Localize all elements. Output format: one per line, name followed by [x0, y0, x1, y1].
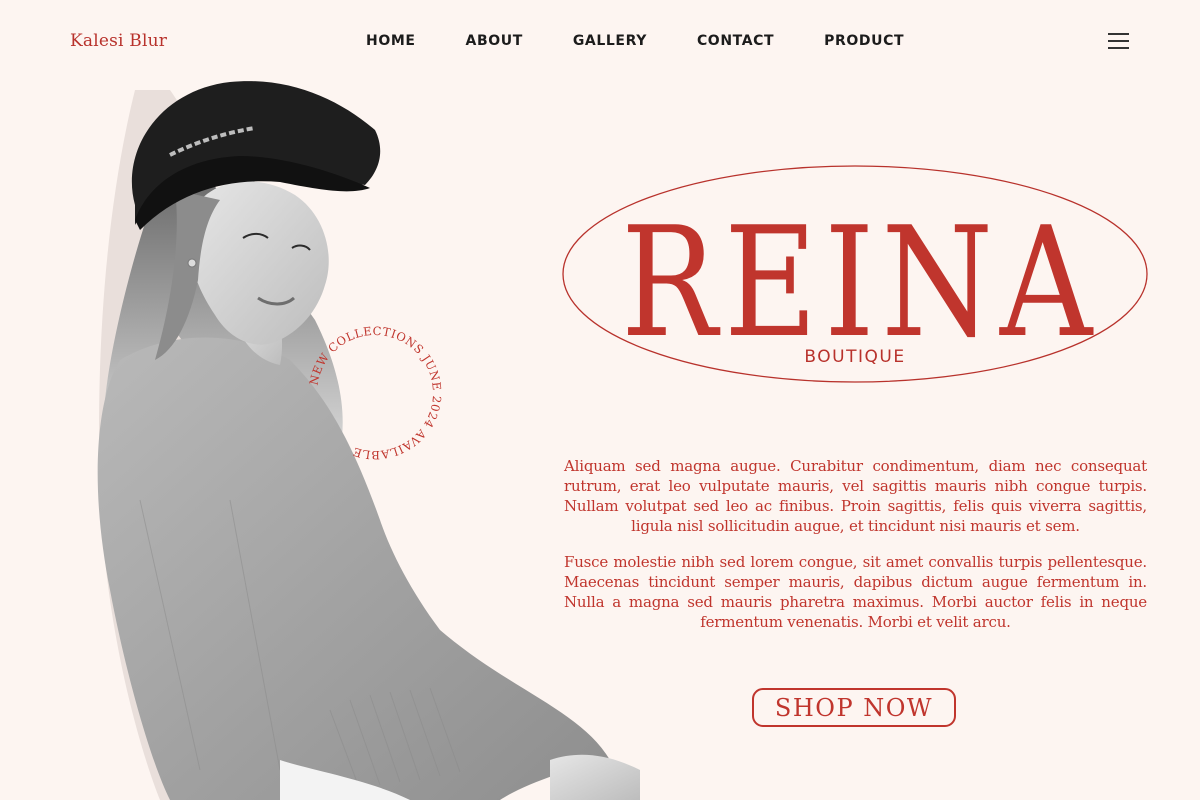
description-paragraph-2: Fusce molestie nibh sed lorem congue, si… — [564, 553, 1147, 631]
nav-contact[interactable]: CONTACT — [697, 33, 774, 49]
nav-about[interactable]: ABOUT — [466, 33, 523, 49]
nav-gallery[interactable]: GALLERY — [573, 33, 647, 49]
landing-page: Kalesi Blur HOME ABOUT GALLERY CONTACT P… — [0, 0, 1200, 800]
hamburger-menu-icon[interactable] — [1108, 33, 1129, 49]
nav-home[interactable]: HOME — [366, 33, 416, 49]
shop-now-button[interactable]: SHOP NOW — [752, 688, 956, 727]
svg-text:NEW COLLECTIONS JUNE 2024 AVAI: NEW COLLECTIONS JUNE 2024 AVAILABLE — [306, 324, 444, 462]
circle-badge-text: NEW COLLECTIONS JUNE 2024 AVAILABLE — [306, 324, 443, 462]
description-paragraph-1: Aliquam sed magna augue. Curabitur condi… — [564, 457, 1147, 535]
main-nav: HOME ABOUT GALLERY CONTACT PRODUCT — [366, 33, 954, 49]
logo-subtitle: BOUTIQUE — [804, 347, 906, 367]
collection-circle-badge: NEW COLLECTIONS JUNE 2024 AVAILABLE — [306, 324, 444, 462]
brand-logo[interactable]: Kalesi Blur — [70, 31, 167, 51]
logo-title: REINA — [621, 194, 1099, 371]
nav-product[interactable]: PRODUCT — [824, 33, 904, 49]
